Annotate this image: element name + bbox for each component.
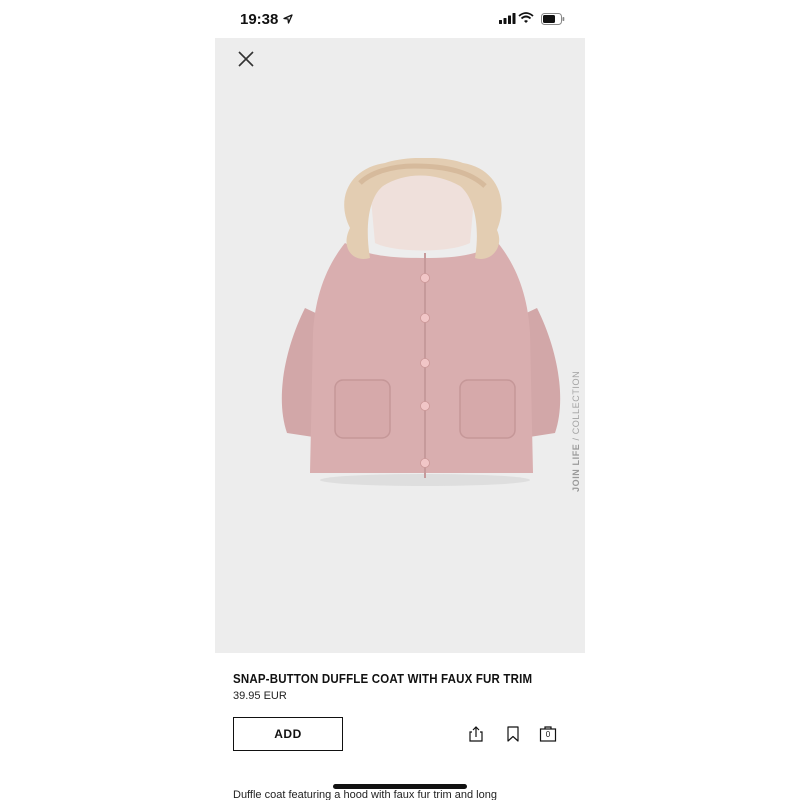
join-life-rest: / COLLECTION [571, 370, 581, 444]
status-time: 19:38 [240, 11, 279, 28]
wifi-icon [518, 12, 534, 23]
bookmark-icon[interactable] [504, 725, 522, 743]
bag-count: 0 [545, 730, 551, 739]
location-arrow-icon [283, 14, 293, 24]
phone-screen: 19:38 JOIN LIFE / COLLECTION SNAP-BUTTON… [215, 0, 585, 800]
join-life-bold: JOIN LIFE [571, 443, 581, 492]
close-icon[interactable] [235, 48, 257, 70]
product-price: 39.95 EUR [233, 690, 287, 702]
home-indicator[interactable] [333, 784, 467, 789]
status-bar: 19:38 [215, 0, 585, 38]
add-button[interactable]: ADD [233, 717, 343, 751]
bag-button[interactable]: 0 [539, 725, 557, 743]
product-title: SNAP-BUTTON DUFFLE COAT WITH FAUX FUR TR… [233, 672, 533, 686]
cellular-signal-icon [499, 13, 516, 24]
share-icon[interactable] [467, 725, 485, 743]
battery-icon [541, 13, 565, 25]
coat-image [281, 158, 561, 486]
product-image-area: JOIN LIFE / COLLECTION [215, 38, 585, 653]
join-life-label: JOIN LIFE / COLLECTION [571, 371, 581, 492]
product-info: SNAP-BUTTON DUFFLE COAT WITH FAUX FUR TR… [233, 672, 573, 702]
product-description: Duffle coat featuring a hood with faux f… [233, 789, 497, 800]
